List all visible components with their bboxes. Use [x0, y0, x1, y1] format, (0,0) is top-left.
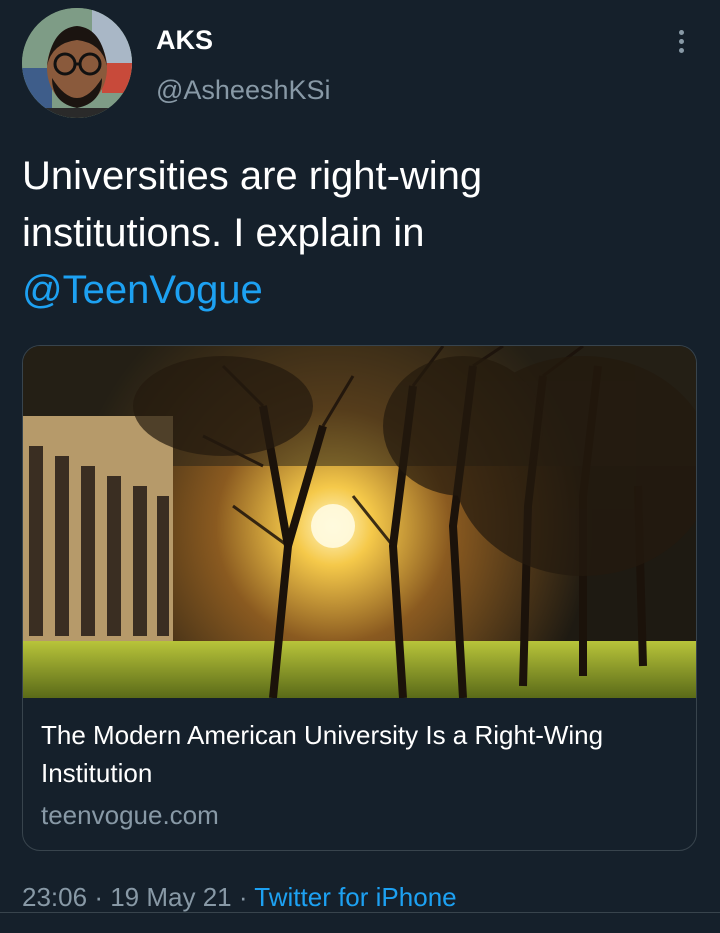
- meta-separator: ·: [238, 882, 248, 912]
- meta-separator: ·: [94, 882, 103, 912]
- campus-trees-sunset-image: [23, 346, 696, 698]
- link-preview-card[interactable]: The Modern American University Is a Righ…: [22, 345, 697, 851]
- profile-photo-icon: [22, 8, 132, 118]
- more-vertical-icon: [678, 29, 684, 35]
- user-handle[interactable]: @AsheeshKSi: [156, 74, 331, 106]
- tweet-text-line: institutions. I explain in: [22, 211, 425, 255]
- divider: [0, 912, 720, 913]
- display-name[interactable]: AKS: [156, 24, 213, 56]
- tweet-text: Universities are right-wing institutions…: [22, 148, 682, 319]
- card-domain: teenvogue.com: [41, 800, 219, 830]
- mention-link[interactable]: @TeenVogue: [22, 262, 682, 319]
- tweet-source-link[interactable]: Twitter for iPhone: [254, 882, 456, 912]
- card-title[interactable]: The Modern American University Is a Righ…: [41, 716, 681, 792]
- more-vertical-icon-dot: [678, 38, 684, 44]
- more-options-button[interactable]: [664, 24, 698, 58]
- tweet-date: 19 May 21: [110, 882, 232, 912]
- avatar[interactable]: [22, 8, 132, 118]
- tweet-detail: AKS @AsheeshKSi Universities are right-w…: [0, 0, 720, 933]
- tweet-time: 23:06: [22, 882, 88, 912]
- more-vertical-icon-dot: [678, 47, 684, 53]
- tweet-meta: 23:06 · 19 May 21 · Twitter for iPhone: [22, 880, 457, 914]
- tweet-text-line: Universities are right-wing: [22, 154, 483, 198]
